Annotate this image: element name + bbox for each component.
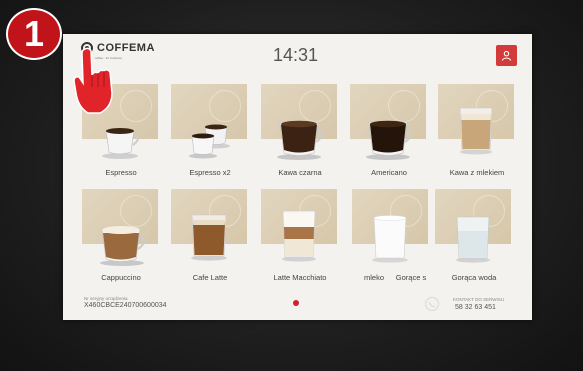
page-indicator-dot[interactable] [293, 300, 299, 306]
support-caption: KONTAKT DO SERWISU [453, 297, 505, 302]
drink-tile-cappuccino[interactable]: Cappuccino [82, 189, 160, 282]
support-phone-number: 58 32 63 451 [455, 304, 496, 311]
clock: 14:31 [273, 45, 319, 65]
cafe-latte-glass-icon [171, 209, 249, 261]
milk-cup-icon [352, 211, 430, 263]
drink-tile-espresso-x2[interactable]: Espresso x2 [171, 84, 249, 177]
drink-tile-goraca-woda[interactable]: Gorąca woda [435, 189, 513, 282]
tile-label: Kawa czarna [278, 168, 322, 177]
drink-tile-latte-macchiato[interactable]: Latte Macchiato [261, 189, 339, 282]
americano-cup-icon [350, 112, 428, 162]
espresso-cup-icon [82, 112, 160, 162]
tile-label: Espresso [105, 168, 137, 177]
double-espresso-cups-icon [171, 112, 249, 162]
tile-label: Cafe Latte [192, 273, 228, 282]
kiosk-screen: COFFEMA coffee · for business 14:31 Espr… [63, 34, 532, 320]
user-login-button[interactable] [496, 45, 517, 66]
black-coffee-cup-icon [261, 112, 339, 162]
tile-label: Cappuccino [101, 273, 141, 282]
step-number-badge: 1 [6, 8, 62, 60]
drink-tile-kawa-czarna[interactable]: Kawa czarna [261, 84, 339, 177]
user-icon [501, 50, 512, 61]
latte-macchiato-glass-icon [261, 205, 339, 262]
support-phone-icon [425, 297, 439, 311]
tile-label: Espresso x2 [189, 168, 231, 177]
coffee-with-milk-glass-icon [438, 100, 516, 155]
pointing-hand-icon [73, 47, 113, 114]
hot-water-glass-icon [435, 211, 513, 263]
drink-tile-kawa-z-mlekiem[interactable]: Kawa z mlekiem [438, 84, 516, 177]
drink-tile-cafe-latte[interactable]: Cafe Latte [171, 189, 249, 282]
drink-tile-americano[interactable]: Americano [350, 84, 428, 177]
tile-label: Gorąca woda [451, 273, 497, 282]
tile-label: Americano [371, 168, 407, 177]
tile-label: Kawa z mlekiem [449, 168, 505, 177]
drink-tile-gorace-s[interactable]: Gorące s [352, 189, 430, 282]
serial-caption: Nr seryjny urządzenia [84, 296, 128, 301]
cappuccino-cup-icon [82, 217, 160, 267]
serial-number: X460CBCE240700600034 [84, 302, 167, 309]
